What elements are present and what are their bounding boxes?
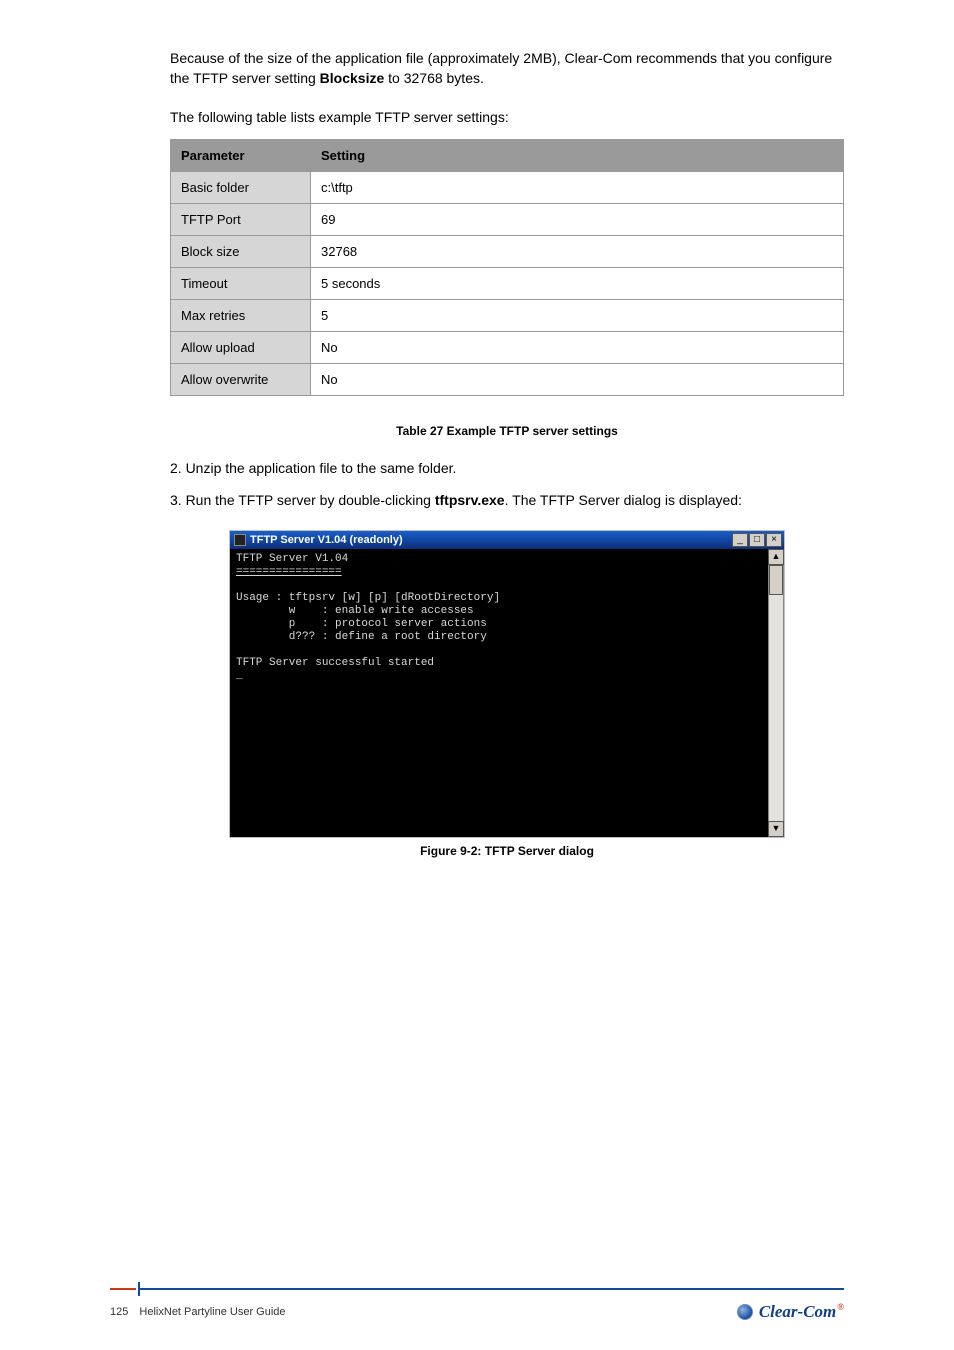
- scrollbar[interactable]: ▲ ▼: [768, 549, 784, 837]
- page-footer: 125 HelixNet Partyline User Guide Clear-…: [110, 1282, 844, 1322]
- scroll-track[interactable]: [768, 565, 784, 821]
- cell-value: No: [311, 331, 844, 363]
- table-row: Allow uploadNo: [171, 331, 844, 363]
- term-cursor: _: [236, 670, 243, 682]
- term-line: TFTP Server V1.04: [236, 553, 348, 565]
- terminal-screenshot: TFTP Server V1.04 (readonly) _ □ × TFTP …: [229, 530, 785, 838]
- cell-value: 32768: [311, 235, 844, 267]
- table-intro: The following table lists example TFTP s…: [170, 107, 844, 127]
- term-line: p : protocol server actions: [236, 618, 487, 630]
- lead-bold: Blocksize: [320, 70, 385, 86]
- cell-param: Allow overwrite: [171, 363, 311, 395]
- table-row: TFTP Port69: [171, 203, 844, 235]
- col-header-parameter: Parameter: [171, 139, 311, 171]
- paragraph-lead: Because of the size of the application f…: [170, 48, 844, 89]
- app-icon: [234, 534, 246, 546]
- cell-param: TFTP Port: [171, 203, 311, 235]
- term-line: d??? : define a root directory: [236, 631, 487, 643]
- col-header-setting: Setting: [311, 139, 844, 171]
- footer-rule-blue: [140, 1288, 844, 1290]
- step-3-text-b: . The TFTP Server dialog is displayed:: [505, 492, 742, 508]
- close-button[interactable]: ×: [766, 533, 782, 547]
- cell-param: Basic folder: [171, 171, 311, 203]
- footer-rule-red: [110, 1288, 136, 1290]
- table-row: Max retries5: [171, 299, 844, 331]
- table-caption: Table 27 Example TFTP server settings: [170, 424, 844, 438]
- settings-table: Parameter Setting Basic folderc:\tftp TF…: [170, 139, 844, 396]
- window-titlebar: TFTP Server V1.04 (readonly) _ □ ×: [230, 531, 784, 549]
- step-3-text-a: 3. Run the TFTP server by double-clickin…: [170, 492, 435, 508]
- brand-logo: Clear-Com®: [737, 1302, 844, 1322]
- globe-icon: [737, 1304, 753, 1320]
- lead-text-1: Because of the size of the application f…: [170, 50, 832, 86]
- window-title: TFTP Server V1.04 (readonly): [250, 534, 403, 546]
- cell-value: 5 seconds: [311, 267, 844, 299]
- cell-param: Block size: [171, 235, 311, 267]
- figure-caption: Figure 9-2: TFTP Server dialog: [170, 844, 844, 858]
- scroll-thumb[interactable]: [769, 565, 783, 595]
- scroll-up-button[interactable]: ▲: [768, 549, 784, 565]
- term-line: Usage : tftpsrv [w] [p] [dRootDirectory]: [236, 592, 500, 604]
- cell-param: Timeout: [171, 267, 311, 299]
- lead-text-2: to 32768 bytes.: [384, 70, 484, 86]
- step-3-file: tftpsrv.exe: [435, 492, 505, 508]
- cell-param: Max retries: [171, 299, 311, 331]
- cell-value: 5: [311, 299, 844, 331]
- step-2: 2. Unzip the application file to the sam…: [170, 458, 844, 478]
- table-row: Timeout5 seconds: [171, 267, 844, 299]
- doc-title: HelixNet Partyline User Guide: [139, 1306, 285, 1318]
- step-3: 3. Run the TFTP server by double-clickin…: [170, 490, 844, 510]
- term-line: w : enable write accesses: [236, 605, 474, 617]
- maximize-button[interactable]: □: [749, 533, 765, 547]
- table-row: Block size32768: [171, 235, 844, 267]
- cell-value: 69: [311, 203, 844, 235]
- table-row: Basic folderc:\tftp: [171, 171, 844, 203]
- brand-name: Clear-Com®: [759, 1302, 844, 1322]
- cell-value: c:\tftp: [311, 171, 844, 203]
- cell-value: No: [311, 363, 844, 395]
- scroll-down-button[interactable]: ▼: [768, 821, 784, 837]
- page-number: 125: [110, 1306, 128, 1318]
- table-row: Allow overwriteNo: [171, 363, 844, 395]
- cell-param: Allow upload: [171, 331, 311, 363]
- term-line: TFTP Server successful started: [236, 657, 434, 669]
- terminal-output: TFTP Server V1.04 ================ Usage…: [230, 549, 768, 837]
- minimize-button[interactable]: _: [732, 533, 748, 547]
- term-line: ================: [236, 566, 342, 578]
